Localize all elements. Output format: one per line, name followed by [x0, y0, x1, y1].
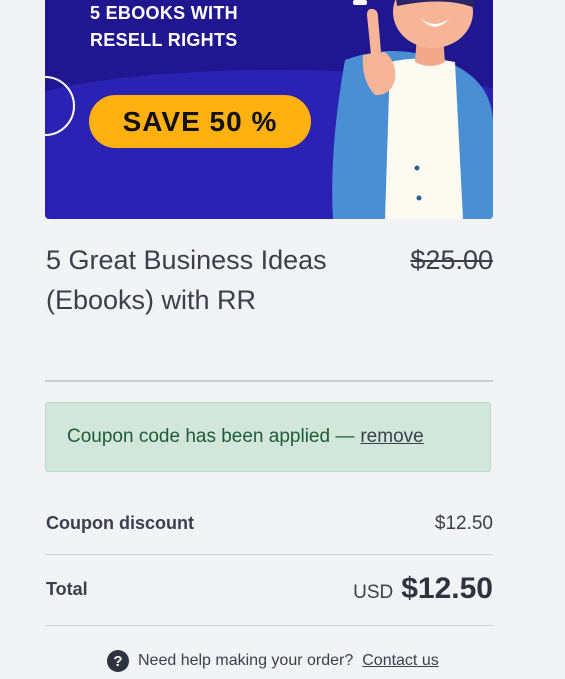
total-currency: USD	[353, 582, 394, 603]
help-line: ? Need help making your order? Contact u…	[107, 650, 439, 672]
question-icon: ?	[107, 650, 129, 672]
remove-coupon-link[interactable]: remove	[360, 426, 423, 448]
coupon-discount-value: $12.50	[434, 513, 493, 534]
product-title: 5 Great Business Ideas (Ebooks) with RR	[46, 245, 327, 315]
total-price: USD $12.50	[353, 572, 493, 606]
product-banner-image: 5 EBOOKS WITH RESELL RIGHTS SAVE 50 %	[45, 0, 493, 219]
original-price: $25.00	[410, 245, 493, 275]
contact-us-link[interactable]: Contact us	[362, 652, 438, 670]
help-text: Need help making your order?	[138, 652, 354, 669]
total-divider	[45, 625, 493, 626]
coupon-message: Coupon code has been applied —	[67, 426, 355, 447]
summary-divider	[45, 554, 493, 555]
person-illustration	[332, 0, 493, 219]
total-label: Total	[46, 579, 88, 599]
total-amount: $12.50	[401, 572, 493, 605]
coupon-discount-label: Coupon discount	[46, 513, 194, 533]
coupon-applied-notice: Coupon code has been applied — remove	[45, 402, 491, 472]
title-divider	[45, 380, 493, 382]
